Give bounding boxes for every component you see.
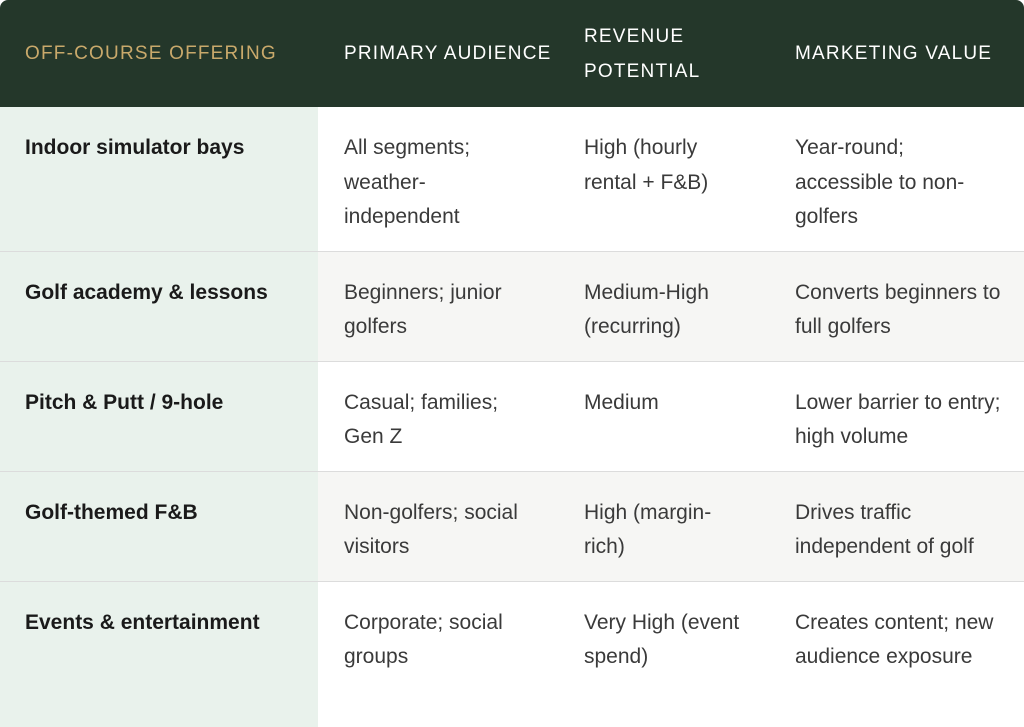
comparison-table-container: OFF-COURSE OFFERING PRIMARY AUDIENCE REV… xyxy=(0,0,1024,727)
table-row: Golf academy & lessons Beginners; junior… xyxy=(0,251,1024,362)
audience-cell: Non-golfers; social visitors xyxy=(318,471,558,582)
header-revenue-potential: REVENUE POTENTIAL xyxy=(584,25,701,82)
revenue-cell: High (hourly rental + F&B) xyxy=(558,107,769,252)
table-row: Indoor simulator bays All segments; weat… xyxy=(0,107,1024,252)
header-offering: OFF-COURSE OFFERING xyxy=(25,43,277,64)
table-row: Golf-themed F&B Non-golfers; social visi… xyxy=(0,471,1024,582)
table-header: OFF-COURSE OFFERING PRIMARY AUDIENCE REV… xyxy=(0,0,1024,107)
offering-cell: Pitch & Putt / 9-hole xyxy=(0,361,318,472)
header-marketing-value: MARKETING VALUE xyxy=(795,43,993,64)
header-row: OFF-COURSE OFFERING PRIMARY AUDIENCE REV… xyxy=(0,0,1024,107)
offering-cell: Indoor simulator bays xyxy=(0,107,318,252)
revenue-cell: High (margin-rich) xyxy=(558,471,769,582)
table-row: Pitch & Putt / 9-hole Casual; families; … xyxy=(0,361,1024,472)
offering-cell: Golf academy & lessons xyxy=(0,251,318,362)
header-primary-audience: PRIMARY AUDIENCE xyxy=(344,43,552,64)
revenue-cell: Medium xyxy=(558,361,769,472)
offering-cell: Golf-themed F&B xyxy=(0,471,318,582)
marketing-cell: Creates content; new audience exposure xyxy=(769,581,1024,727)
off-course-offerings-table: OFF-COURSE OFFERING PRIMARY AUDIENCE REV… xyxy=(0,0,1024,727)
audience-cell: Casual; families; Gen Z xyxy=(318,361,558,472)
table-body: Indoor simulator bays All segments; weat… xyxy=(0,107,1024,727)
revenue-cell: Medium-High (recurring) xyxy=(558,251,769,362)
marketing-cell: Lower barrier to entry; high volume xyxy=(769,361,1024,472)
audience-cell: All segments; weather-independent xyxy=(318,107,558,252)
offering-cell: Events & entertainment xyxy=(0,581,318,727)
audience-cell: Beginners; junior golfers xyxy=(318,251,558,362)
table-row: Events & entertainment Corporate; social… xyxy=(0,581,1024,727)
marketing-cell: Converts beginners to full golfers xyxy=(769,251,1024,362)
marketing-cell: Year-round; accessible to non-golfers xyxy=(769,107,1024,252)
marketing-cell: Drives traffic independent of golf xyxy=(769,471,1024,582)
audience-cell: Corporate; social groups xyxy=(318,581,558,727)
revenue-cell: Very High (event spend) xyxy=(558,581,769,727)
